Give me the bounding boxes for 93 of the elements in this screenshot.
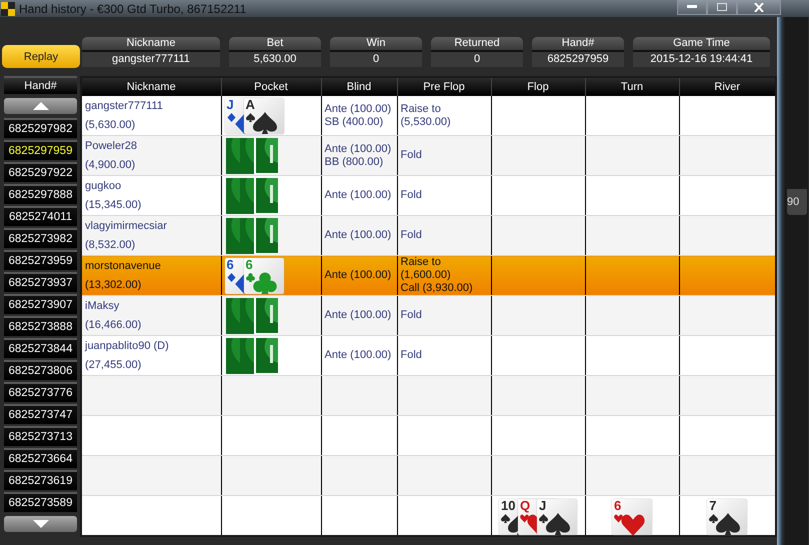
- hand-list-item[interactable]: 6825297888: [4, 184, 77, 204]
- maximize-button[interactable]: [707, 0, 737, 15]
- summary-value: 6825297959: [532, 52, 624, 67]
- action-text: Fold: [400, 229, 423, 242]
- player-nickname: gugkoo: [85, 180, 122, 192]
- column-header: Pocket: [221, 77, 321, 96]
- hand-list-item[interactable]: 6825273664: [4, 448, 77, 468]
- close-icon: [754, 2, 764, 12]
- blind-text: Ante (100.00): [324, 309, 392, 322]
- maximize-icon: [717, 3, 727, 11]
- summary-label: Nickname: [82, 37, 220, 52]
- card-rank: Q: [520, 499, 530, 513]
- card-rank: 6: [226, 258, 234, 272]
- minimize-icon: [687, 5, 697, 9]
- summary-label: Hand#: [532, 37, 624, 52]
- summary-label: Win: [330, 37, 422, 52]
- player-nickname: Poweler28: [85, 140, 138, 152]
- background-window-text: 90: [787, 189, 807, 215]
- summary-value: 2015-12-16 19:44:41: [633, 52, 770, 67]
- hand-list-item[interactable]: 6825297982: [4, 118, 77, 138]
- column-header: River: [679, 77, 776, 96]
- blind-text: Ante (100.00): [324, 229, 392, 242]
- player-nickname: vlagyimirmecsiar: [85, 220, 168, 232]
- summary-value: 0: [431, 52, 523, 67]
- action-text: Raise to: [400, 102, 442, 116]
- card-rank: 10: [501, 499, 516, 513]
- scroll-up-button[interactable]: [4, 98, 77, 114]
- hand-list-item[interactable]: 6825273937: [4, 272, 77, 292]
- blind-text: Ante (100.00): [324, 102, 392, 116]
- blind-text: Ante (100.00): [324, 269, 392, 282]
- player-nickname: gangster777111: [85, 100, 164, 112]
- column-header: Blind: [321, 77, 397, 96]
- scroll-down-button[interactable]: [4, 516, 77, 532]
- minimize-button[interactable]: [677, 0, 707, 15]
- blind-text: BB (800.00): [324, 156, 384, 168]
- card-rank: J: [226, 98, 234, 112]
- player-stack: (13,302.00): [85, 278, 142, 292]
- card-rank: 6: [246, 258, 253, 272]
- player-stack: (15,345.00): [85, 198, 142, 212]
- card-rank: 6: [614, 499, 622, 513]
- action-text: (5,530.00): [400, 116, 452, 128]
- replay-button[interactable]: Replay: [2, 45, 80, 68]
- card-rank: A: [246, 98, 255, 112]
- action-text: Fold: [400, 149, 423, 162]
- column-header: Flop: [491, 77, 585, 96]
- player-stack: (27,455.00): [85, 358, 142, 372]
- close-button[interactable]: [737, 0, 781, 15]
- column-header: Pre Flop: [397, 77, 491, 96]
- player-nickname: morstonavenue: [85, 260, 162, 272]
- hand-list-item[interactable]: 6825273589: [4, 492, 77, 512]
- hand-list-item[interactable]: 6825273844: [4, 338, 77, 358]
- column-header: Nickname: [81, 77, 221, 96]
- up-arrow-icon: [32, 102, 48, 110]
- column-header: Turn: [585, 77, 679, 96]
- hand-list-item[interactable]: 6825273982: [4, 228, 77, 248]
- hand-list-item[interactable]: 6825273959: [4, 250, 77, 270]
- blind-text: Ante (100.00): [324, 189, 392, 202]
- blind-text: Ante (100.00): [324, 349, 392, 362]
- summary-label: Bet: [229, 37, 321, 52]
- action-text: Call (3,930.00): [400, 282, 474, 295]
- card-rank: 7: [709, 499, 716, 513]
- hand-list-item[interactable]: 6825273776: [4, 382, 77, 402]
- hand-list-item[interactable]: 6825273907: [4, 294, 77, 314]
- card-rank: J: [539, 499, 546, 513]
- summary-label: Game Time: [633, 37, 770, 52]
- player-nickname: iMaksy: [85, 300, 120, 312]
- hand-list-item[interactable]: 6825297959: [4, 140, 77, 160]
- hand-list-item[interactable]: 6825297922: [4, 162, 77, 182]
- hand-list-item[interactable]: 6825273806: [4, 360, 77, 380]
- player-nickname: juanpablito90 (D): [85, 340, 170, 352]
- player-stack: (5,630.00): [85, 118, 136, 132]
- action-text: Fold: [400, 309, 423, 322]
- hand-list-item[interactable]: 6825273747: [4, 404, 77, 424]
- player-stack: (16,466.00): [85, 318, 142, 332]
- down-arrow-icon: [32, 520, 48, 528]
- summary-value: 5,630.00: [229, 52, 321, 67]
- hand-list-item[interactable]: 6825273888: [4, 316, 77, 336]
- blind-text: Ante (100.00): [324, 142, 392, 156]
- blind-text: SB (400.00): [324, 116, 384, 128]
- summary-value: 0: [330, 52, 422, 67]
- hand-list-item[interactable]: 6825273713: [4, 426, 77, 446]
- hand-list-item[interactable]: 6825273619: [4, 470, 77, 490]
- summary-value: gangster777111: [82, 52, 220, 67]
- hand-list-item[interactable]: 6825274011: [4, 206, 77, 226]
- player-stack: (4,900.00): [85, 158, 136, 172]
- action-text: Fold: [400, 189, 423, 202]
- column-header: Hand#: [4, 76, 77, 94]
- summary-label: Returned: [431, 37, 523, 52]
- action-text: Raise to: [400, 256, 442, 269]
- player-stack: (8,532.00): [85, 238, 136, 252]
- action-text: Fold: [400, 349, 423, 362]
- window-title: Hand history - €300 Gtd Turbo, 867152211: [19, 2, 246, 16]
- action-text: (1,600.00): [400, 269, 452, 282]
